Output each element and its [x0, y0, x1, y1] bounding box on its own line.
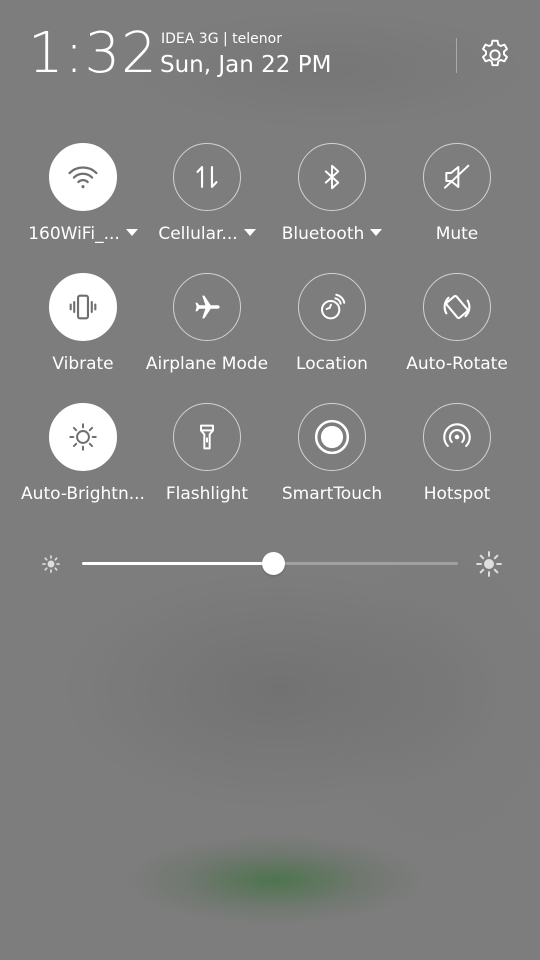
- auto-brightness-tile[interactable]: Auto-Brightn...: [21, 403, 145, 513]
- brightness-slider-fill: [82, 562, 274, 565]
- bluetooth-icon: [324, 164, 340, 190]
- cellular-data-icon: [196, 166, 218, 188]
- hotspot-icon: [443, 423, 471, 447]
- bluetooth-toggle[interactable]: [298, 143, 366, 211]
- mute-label[interactable]: Mute: [391, 223, 523, 245]
- cellular-tile[interactable]: Cellular...: [145, 143, 269, 253]
- wifi-toggle[interactable]: [49, 143, 117, 211]
- cellular-toggle[interactable]: [173, 143, 241, 211]
- auto-rotate-icon: [443, 294, 471, 320]
- auto-brightness-label[interactable]: Auto-Brightn...: [17, 483, 149, 505]
- brightness-slider-thumb[interactable]: [262, 552, 286, 575]
- chevron-down-icon[interactable]: [370, 228, 383, 236]
- mute-tile[interactable]: Mute: [395, 143, 519, 253]
- airplane-toggle[interactable]: [173, 273, 241, 341]
- auto-brightness-icon: [69, 423, 97, 451]
- wifi-tile[interactable]: 160WiFi_...: [21, 143, 145, 253]
- flashlight-label[interactable]: Flashlight: [141, 483, 273, 505]
- hotspot-toggle[interactable]: [423, 403, 491, 471]
- mute-icon: [444, 164, 470, 189]
- flashlight-tile[interactable]: Flashlight: [145, 403, 269, 513]
- smarttouch-tile[interactable]: SmartTouch: [270, 403, 394, 513]
- airplane-tile[interactable]: Airplane Mode: [145, 273, 269, 383]
- airplane-icon: [195, 295, 220, 319]
- bluetooth-label[interactable]: Bluetooth: [266, 223, 398, 245]
- brightness-slider[interactable]: [82, 552, 458, 575]
- smarttouch-toggle[interactable]: [298, 403, 366, 471]
- location-label[interactable]: Location: [266, 353, 398, 375]
- auto-brightness-toggle[interactable]: [49, 403, 117, 471]
- location-toggle[interactable]: [298, 273, 366, 341]
- mute-toggle[interactable]: [423, 143, 491, 211]
- gear-icon: [482, 39, 508, 67]
- auto-rotate-tile[interactable]: Auto-Rotate: [395, 273, 519, 383]
- vibrate-tile[interactable]: Vibrate: [21, 273, 145, 383]
- auto-rotate-toggle[interactable]: [423, 273, 491, 341]
- settings-button[interactable]: [476, 36, 514, 74]
- date-display[interactable]: Sun, Jan 22 PM: [160, 50, 331, 80]
- flashlight-toggle[interactable]: [173, 403, 241, 471]
- cellular-label[interactable]: Cellular...: [141, 223, 273, 245]
- wifi-icon: [68, 166, 98, 189]
- carrier-info: IDEA 3G | telenor: [161, 31, 282, 47]
- vibrate-icon: [69, 294, 97, 320]
- bluetooth-tile[interactable]: Bluetooth: [270, 143, 394, 253]
- smarttouch-icon: [314, 419, 350, 455]
- vibrate-label[interactable]: Vibrate: [17, 353, 149, 375]
- location-tile[interactable]: Location: [270, 273, 394, 383]
- location-icon: [321, 293, 346, 320]
- flashlight-icon: [200, 424, 214, 450]
- airplane-label[interactable]: Airplane Mode: [141, 353, 273, 375]
- auto-rotate-label[interactable]: Auto-Rotate: [391, 353, 523, 375]
- hotspot-label[interactable]: Hotspot: [391, 483, 523, 505]
- brightness-low-icon: [38, 551, 64, 577]
- header-divider: [456, 38, 457, 73]
- vibrate-toggle[interactable]: [49, 273, 117, 341]
- clock-time[interactable]: 1:32: [28, 20, 158, 88]
- chevron-down-icon[interactable]: [125, 228, 138, 236]
- hotspot-tile[interactable]: Hotspot: [395, 403, 519, 513]
- brightness-high-icon: [474, 549, 504, 579]
- wifi-label[interactable]: 160WiFi_...: [17, 223, 149, 245]
- chevron-down-icon[interactable]: [243, 228, 256, 236]
- smarttouch-label[interactable]: SmartTouch: [266, 483, 398, 505]
